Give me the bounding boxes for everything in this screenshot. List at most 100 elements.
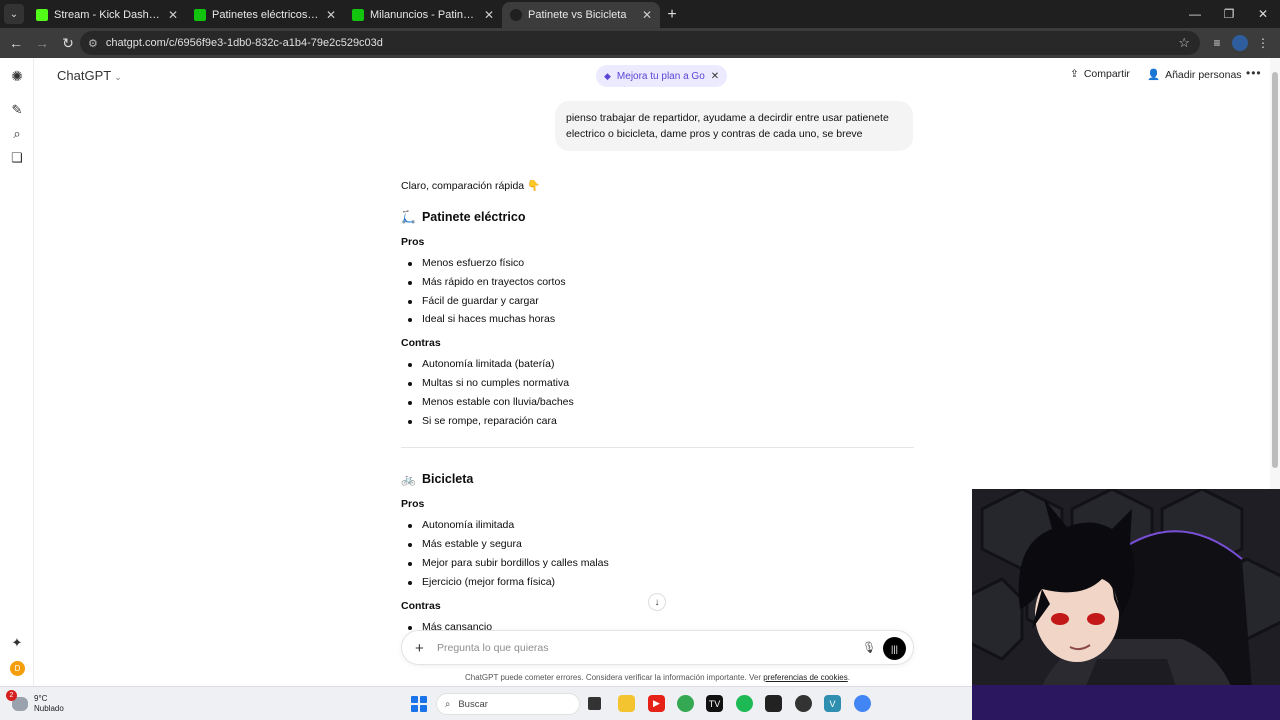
section-heading: 🚲 Bicicleta — [401, 466, 914, 492]
scrollbar-thumb[interactable] — [1272, 72, 1278, 468]
add-people-button[interactable]: 👤 Añadir personas — [1147, 68, 1242, 82]
tab-title: Milanuncios - Patinete Eléctrico — [370, 9, 478, 21]
windows-start-icon[interactable] — [411, 696, 427, 712]
back-icon[interactable]: ← — [4, 31, 28, 55]
browser-menu-icon[interactable]: ⋮ — [1252, 31, 1274, 55]
browser-tab-active[interactable]: Patinete vs Bicicleta ✕ — [502, 2, 660, 28]
list-item: Más estable y segura — [401, 535, 914, 554]
chevron-down-icon: ⌄ — [114, 72, 122, 82]
browser-tab[interactable]: Stream - Kick Dashboard ✕ — [28, 2, 186, 28]
voice-mode-button[interactable]: ||| — [883, 637, 906, 660]
section-heading: 🛴 Patinete eléctrico — [401, 204, 914, 230]
browser-tab-strip: ⌄ Stream - Kick Dashboard ✕ Patinetes el… — [0, 0, 1280, 28]
waveform-icon: ||| — [890, 643, 898, 654]
upgrade-label: Mejora tu plan a Go — [616, 70, 705, 82]
diamond-icon: ◆ — [604, 70, 611, 81]
media-control-icon[interactable]: ≡ — [1206, 31, 1228, 55]
share-button[interactable]: ⇪ Compartir — [1070, 68, 1130, 80]
tab-title: Patinete vs Bicicleta — [528, 9, 627, 21]
search-label: Buscar — [458, 698, 488, 710]
add-person-icon: 👤 — [1147, 69, 1161, 81]
youtube-icon[interactable]: ▶ — [648, 695, 665, 712]
list-item: Autonomía limitada (batería) — [401, 355, 914, 374]
task-view-icon[interactable] — [588, 697, 601, 710]
window-controls: — ❐ ✕ — [1178, 0, 1280, 28]
app-title: ChatGPT — [57, 68, 112, 83]
list-item: Menos estable con lluvia/baches — [401, 393, 914, 412]
close-tab-icon[interactable]: ✕ — [168, 8, 178, 22]
section-title: Bicicleta — [421, 472, 474, 487]
close-tab-icon[interactable]: ✕ — [484, 8, 494, 22]
pros-list: Autonomía ilimitada Más estable y segura… — [401, 516, 914, 591]
list-item: Multas si no cumples normativa — [401, 374, 914, 393]
arrow-down-icon: ↓ — [654, 596, 660, 608]
cookie-preferences-link[interactable]: preferencias de cookies — [763, 673, 848, 682]
divider — [401, 447, 914, 449]
prompt-input[interactable]: Pregunta lo que quieras — [437, 642, 549, 654]
disclaimer: ChatGPT puede cometer errores. Considera… — [465, 673, 850, 682]
close-window-icon[interactable]: ✕ — [1246, 0, 1280, 28]
list-item: Más rápido en trayectos cortos — [401, 273, 914, 292]
tab-title: Patinetes eléctricos de segunda — [212, 9, 320, 21]
close-tab-icon[interactable]: ✕ — [326, 8, 336, 22]
avatar[interactable]: D — [10, 661, 25, 676]
more-options-icon[interactable]: ••• — [1246, 66, 1262, 80]
chrome-icon[interactable] — [677, 695, 694, 712]
add-attachment-icon[interactable]: + — [415, 640, 424, 657]
new-tab-icon[interactable]: + — [660, 6, 684, 24]
openai-logo-icon[interactable]: ✺ — [9, 68, 25, 84]
address-bar[interactable]: ⚙ chatgpt.com/c/6956f9e3-1db0-832c-a1b4-… — [80, 31, 1200, 55]
vtube-studio-icon[interactable]: V — [824, 695, 841, 712]
kick-favicon-icon — [36, 9, 48, 21]
weather-desc: Nublado — [34, 704, 64, 713]
bookmark-star-icon[interactable]: ☆ — [1178, 35, 1190, 51]
scooter-icon: 🛴 — [401, 210, 416, 224]
search-chats-icon[interactable]: ⌕ — [9, 126, 25, 142]
disclaimer-text: ChatGPT puede cometer errores. Considera… — [465, 673, 761, 682]
cons-list: Autonomía limitada (batería) Multas si n… — [401, 355, 914, 430]
bicycle-icon: 🚲 — [401, 472, 416, 487]
minimize-icon[interactable]: — — [1178, 0, 1212, 28]
tradingview-icon[interactable]: TV — [706, 695, 723, 712]
search-icon: ⌕ — [445, 698, 451, 710]
taskbar-search[interactable]: ⌕ Buscar — [436, 693, 580, 715]
close-icon[interactable]: ✕ — [711, 71, 719, 82]
upgrade-pill[interactable]: ◆ Mejora tu plan a Go ✕ — [596, 65, 728, 87]
cloud-icon: 2 — [6, 690, 28, 711]
list-item: Ejercicio (mejor forma física) — [401, 573, 914, 592]
chatgpt-favicon-icon — [510, 9, 522, 21]
list-item: Menos esfuerzo físico — [401, 254, 914, 273]
scroll-down-button[interactable]: ↓ — [648, 593, 666, 611]
weather-widget[interactable]: 2 9°C Nublado — [6, 690, 64, 714]
model-selector[interactable]: ChatGPT ⌄ — [57, 68, 122, 83]
cons-label: Contras — [401, 337, 441, 350]
browser-toolbar: ← → ↻ ⚙ chatgpt.com/c/6956f9e3-1db0-832c… — [0, 28, 1280, 58]
vtuber-avatar-image — [972, 489, 1280, 720]
tab-search-chevron-icon[interactable]: ⌄ — [4, 4, 24, 24]
new-chat-icon[interactable]: ✎ — [9, 102, 25, 118]
microphone-icon[interactable]: 🎙 — [862, 641, 876, 654]
notes-icon[interactable] — [765, 695, 782, 712]
library-icon[interactable]: ❏ — [9, 150, 25, 166]
milanuncios-favicon-icon — [352, 9, 364, 21]
composer: + Pregunta lo que quieras 🎙 ||| — [401, 630, 914, 665]
close-tab-icon[interactable]: ✕ — [642, 8, 652, 22]
section-title: Patinete eléctrico — [421, 210, 526, 224]
list-item: Autonomía ilimitada — [401, 516, 914, 535]
maximize-icon[interactable]: ❐ — [1212, 0, 1246, 28]
browser-tab[interactable]: Patinetes eléctricos de segunda ✕ — [186, 2, 344, 28]
site-info-icon[interactable]: ⚙ — [88, 37, 98, 50]
forward-icon[interactable]: → — [30, 31, 54, 55]
milanuncios-favicon-icon — [194, 9, 206, 21]
browser-tab[interactable]: Milanuncios - Patinete Eléctrico ✕ — [344, 2, 502, 28]
spotify-icon[interactable] — [736, 695, 753, 712]
reload-icon[interactable]: ↻ — [56, 31, 80, 55]
sparkle-icon[interactable]: ✦ — [9, 635, 25, 651]
share-label: Compartir — [1083, 68, 1130, 80]
obs-icon[interactable] — [795, 695, 812, 712]
tab-title: Stream - Kick Dashboard — [54, 9, 162, 21]
extension-icon[interactable] — [1232, 35, 1248, 51]
chrome-active-icon[interactable] — [854, 695, 871, 712]
file-explorer-icon[interactable] — [618, 695, 635, 712]
notification-badge: 2 — [6, 690, 17, 701]
